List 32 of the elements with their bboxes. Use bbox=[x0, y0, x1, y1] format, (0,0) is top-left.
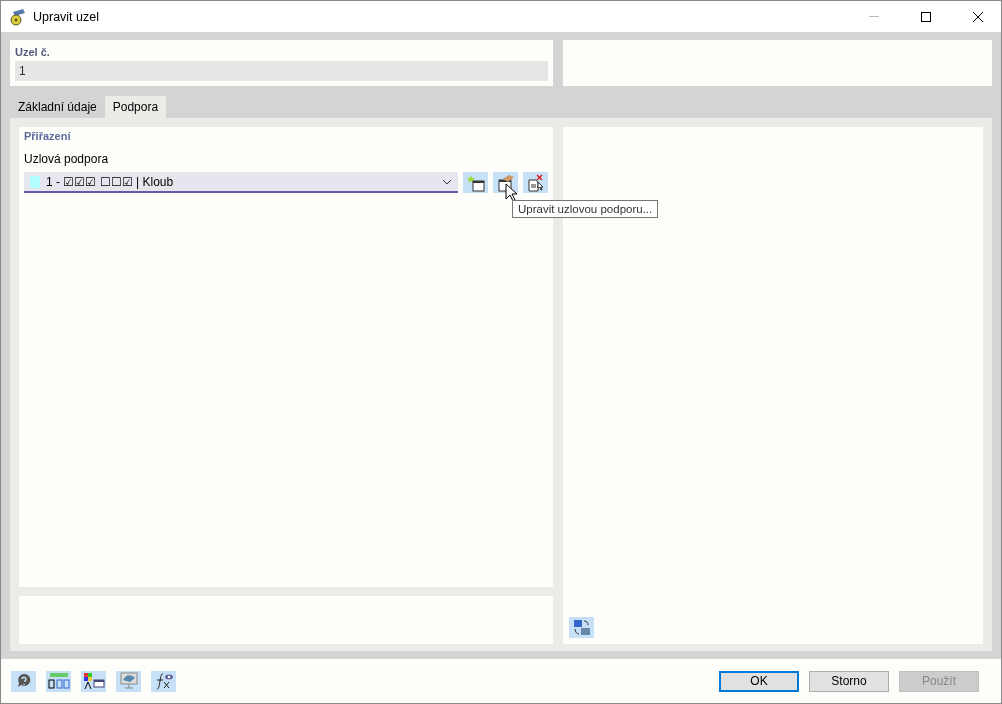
color-swatch bbox=[30, 175, 40, 188]
delete-item-icon bbox=[526, 173, 545, 192]
help-button[interactable] bbox=[11, 670, 36, 692]
new-item-icon bbox=[466, 173, 485, 192]
view-button[interactable] bbox=[116, 670, 141, 692]
close-icon[interactable] bbox=[973, 11, 983, 22]
ok-button[interactable]: OK bbox=[719, 670, 799, 692]
section-title: Přiřazení bbox=[24, 130, 72, 144]
decimals-button[interactable] bbox=[46, 670, 71, 692]
swap-icon bbox=[571, 618, 592, 637]
support-dropdown[interactable]: 1 - ☑☑☑ ☐☐☑ | Kloub bbox=[24, 172, 458, 193]
node-number-field[interactable]: 1 bbox=[15, 61, 548, 81]
maximize-icon[interactable] bbox=[921, 11, 931, 22]
field-label: Uzel č. bbox=[15, 45, 51, 60]
display-button[interactable] bbox=[81, 670, 106, 692]
monitor-icon bbox=[118, 672, 139, 690]
field-label: Uzlová podpora bbox=[24, 152, 110, 168]
formula-button[interactable] bbox=[151, 670, 176, 692]
new-button[interactable] bbox=[463, 172, 488, 193]
tooltip: Upravit uzlovou podporu... bbox=[512, 200, 659, 218]
chevron-icon bbox=[442, 178, 452, 185]
window-title: Upravit uzel bbox=[33, 9, 100, 24]
dropdown-value: 1 - ☑☑☑ ☐☐☑ | Kloub bbox=[46, 174, 175, 189]
cursor-icon bbox=[505, 183, 517, 202]
decimals-icon bbox=[47, 672, 70, 690]
help-icon bbox=[15, 673, 32, 689]
app-icon bbox=[9, 7, 27, 26]
cancel-button[interactable]: Storno bbox=[809, 670, 889, 692]
swap-view-button[interactable] bbox=[569, 617, 594, 638]
delete-button[interactable] bbox=[523, 172, 548, 193]
colors-icon bbox=[82, 672, 105, 690]
tab[interactable]: Podpora bbox=[104, 96, 167, 118]
